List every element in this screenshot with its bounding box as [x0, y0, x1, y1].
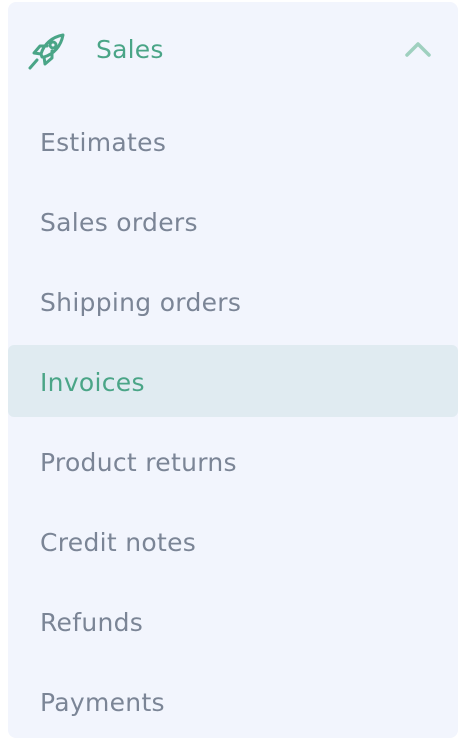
menu-item-label: Credit notes	[40, 528, 197, 557]
menu-item-label: Payments	[40, 688, 165, 717]
sales-section-title: Sales	[96, 35, 164, 64]
menu-item-product-returns[interactable]: Product returns	[8, 427, 458, 499]
menu-item-label: Estimates	[40, 128, 167, 157]
menu-item-estimates[interactable]: Estimates	[8, 107, 458, 179]
menu-item-label: Shipping orders	[40, 288, 242, 317]
menu-item-invoices[interactable]: Invoices	[8, 345, 458, 417]
sales-nav-panel: Sales Estimates Sales orders Shipping or…	[8, 2, 458, 738]
sales-section-header[interactable]: Sales	[8, 2, 458, 98]
menu-item-sales-orders[interactable]: Sales orders	[8, 187, 458, 259]
menu-item-shipping-orders[interactable]: Shipping orders	[8, 267, 458, 339]
chevron-up-icon[interactable]	[404, 38, 432, 60]
menu-item-label: Product returns	[40, 448, 237, 477]
menu-item-refunds[interactable]: Refunds	[8, 587, 458, 659]
menu-item-payments[interactable]: Payments	[8, 667, 458, 739]
menu-item-label: Refunds	[40, 608, 144, 637]
menu-item-label: Invoices	[40, 368, 145, 397]
rocket-icon	[26, 30, 68, 72]
menu-item-label: Sales orders	[40, 208, 198, 237]
menu-item-credit-notes[interactable]: Credit notes	[8, 507, 458, 579]
